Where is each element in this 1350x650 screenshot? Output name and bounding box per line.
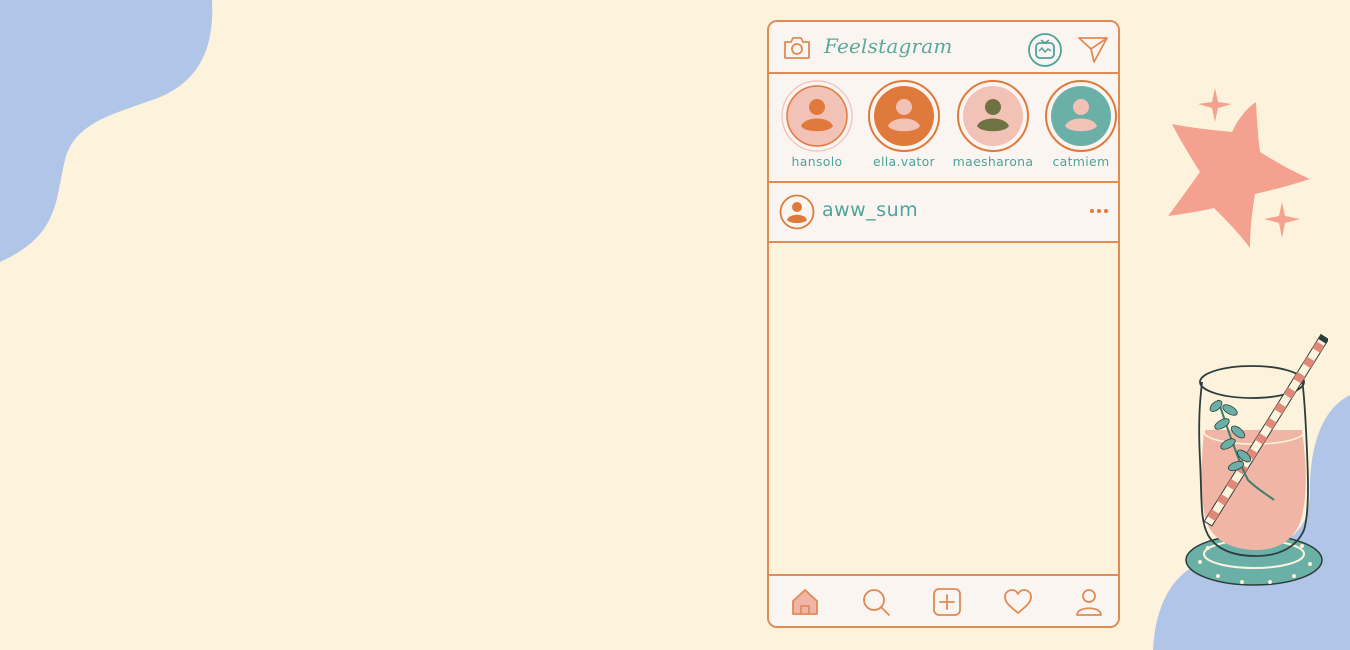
top-bar: Feelstagram — [769, 22, 1118, 74]
story-hansolo[interactable]: hansolo — [772, 80, 862, 169]
post-username[interactable]: aww_sum — [822, 199, 918, 221]
home-icon[interactable] — [790, 587, 820, 617]
story-ella-vator[interactable]: ella.vator — [859, 80, 949, 169]
more-icon[interactable] — [1087, 203, 1111, 219]
bottom-nav — [769, 574, 1118, 626]
story-username: catmiem — [1052, 154, 1110, 169]
drink-decoration — [1185, 333, 1328, 586]
camera-icon[interactable] — [782, 35, 812, 61]
story-avatar — [1045, 80, 1117, 152]
story-username: maesharona — [952, 154, 1034, 169]
star-decoration — [1168, 88, 1310, 248]
post-avatar[interactable] — [779, 194, 815, 230]
search-icon[interactable] — [861, 587, 891, 617]
story-maesharona[interactable]: maesharona — [948, 80, 1038, 169]
phone-frame: Feelstagram hansolo ella.vator maesharon… — [767, 20, 1120, 628]
blue-blob-decoration — [0, 0, 213, 262]
heart-icon[interactable] — [1003, 587, 1033, 617]
story-avatar — [781, 80, 853, 152]
send-icon[interactable] — [1077, 34, 1109, 64]
igtv-icon[interactable] — [1027, 32, 1063, 68]
story-avatar — [868, 80, 940, 152]
story-avatar — [957, 80, 1029, 152]
app-title: Feelstagram — [824, 34, 953, 58]
story-username: ella.vator — [872, 154, 935, 169]
add-post-icon[interactable] — [932, 587, 962, 617]
stories-bar: hansolo ella.vator maesharona catmiem — [769, 74, 1118, 183]
story-username: hansolo — [791, 154, 843, 169]
post-header: aww_sum — [769, 183, 1118, 243]
profile-icon[interactable] — [1074, 587, 1104, 617]
post-image[interactable] — [769, 243, 1118, 578]
story-catmiem[interactable]: catmiem — [1036, 80, 1118, 169]
